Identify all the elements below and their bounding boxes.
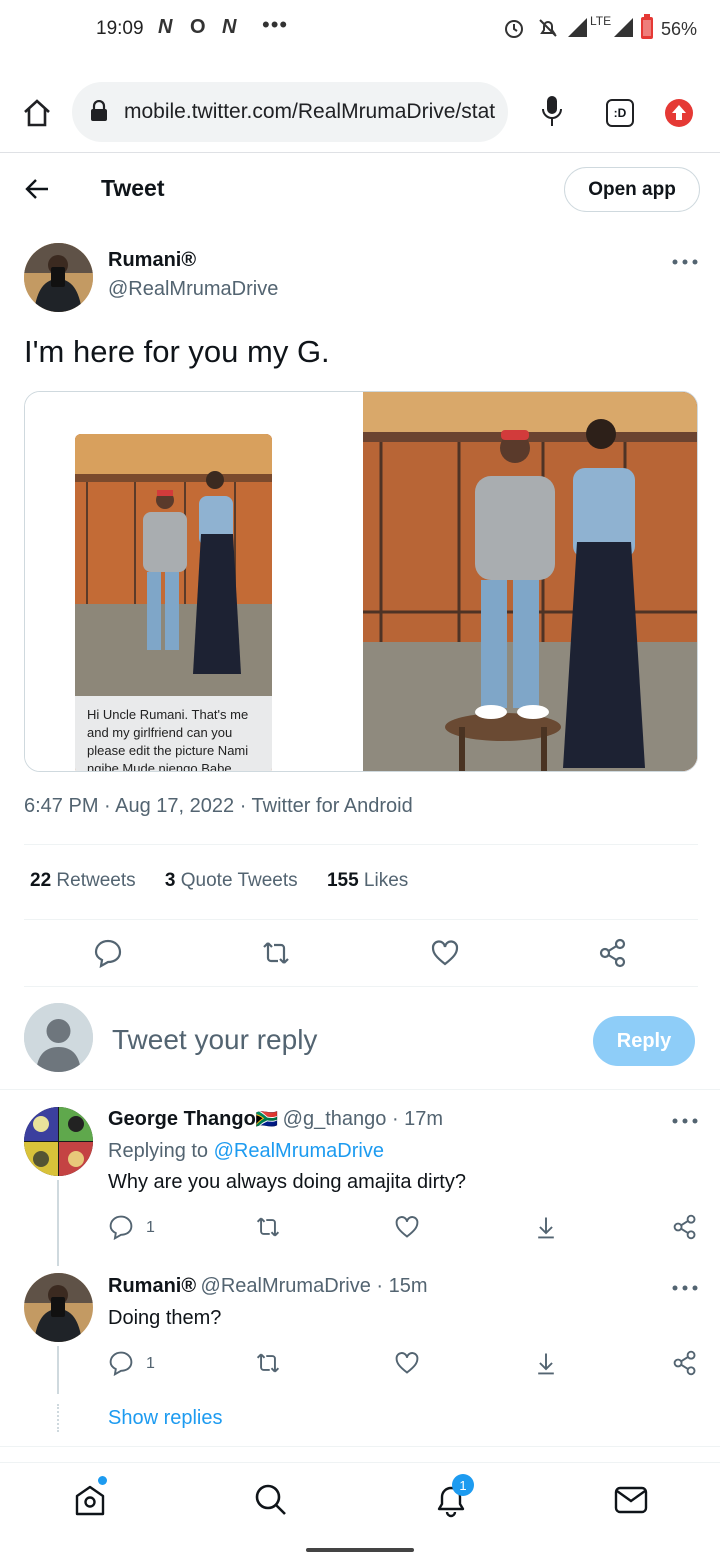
replying-to-link[interactable]: @RealMrumaDrive	[214, 1140, 384, 1162]
divider	[0, 1089, 720, 1090]
network-type: LTE	[590, 14, 612, 28]
bottom-nav: 1	[0, 1462, 720, 1538]
retweets-stat[interactable]: 22 Retweets	[30, 870, 136, 891]
show-replies-link[interactable]: Show replies	[108, 1407, 223, 1430]
like-heart-icon[interactable]	[394, 1350, 420, 1376]
nav-messages-icon[interactable]	[614, 1485, 648, 1515]
battery-icon	[641, 14, 653, 39]
reply-button[interactable]: Reply	[593, 1016, 695, 1066]
notifications-badge: 1	[452, 1474, 474, 1496]
reply-handle-time[interactable]: @g_thango · 17m	[283, 1108, 443, 1130]
download-icon[interactable]	[533, 1350, 559, 1376]
reply-count: 1	[146, 1219, 155, 1236]
tweet-text: I'm here for you my G.	[24, 334, 330, 369]
update-icon[interactable]	[664, 98, 694, 128]
tweet-timestamp: 6:47 PM · Aug 17, 2022 · Twitter for And…	[24, 795, 413, 817]
notification-o-icon: O	[190, 16, 206, 38]
media-image-left[interactable]: Hi Uncle Rumani. That's me and my girlfr…	[25, 392, 362, 771]
share-icon[interactable]	[598, 938, 628, 968]
status-bar: 19:09 N O N ••• LTE 56%	[0, 0, 720, 60]
reply-handle-time[interactable]: @RealMrumaDrive · 15m	[201, 1275, 428, 1297]
reply-text: Why are you always doing amajita dirty?	[108, 1171, 466, 1193]
url-text: mobile.twitter.com/RealMrumaDrive/status	[124, 100, 496, 123]
reply-icon[interactable]	[93, 938, 123, 968]
more-options-icon[interactable]	[672, 1117, 698, 1125]
reply-header: Rumani® @RealMrumaDrive · 15m	[108, 1275, 428, 1298]
signal-icon	[568, 18, 587, 37]
author-name[interactable]: Rumani®	[108, 249, 196, 272]
retweet-icon[interactable]	[255, 1214, 281, 1240]
download-icon[interactable]	[533, 1214, 559, 1240]
screenshot-image: Hi Uncle Rumani. That's me and my girlfr…	[75, 434, 272, 771]
reply-header: George Thango🇿🇦 @g_thango · 17m	[108, 1108, 443, 1131]
home-icon[interactable]	[22, 98, 52, 128]
tab-switcher-button[interactable]: :D	[606, 99, 634, 127]
status-time: 19:09	[96, 18, 144, 39]
replying-to: Replying to @RealMrumaDrive	[108, 1140, 384, 1162]
divider	[0, 1446, 720, 1447]
mute-icon	[539, 19, 557, 37]
user-avatar[interactable]	[24, 1003, 93, 1072]
alarm-icon	[505, 20, 523, 38]
lock-icon	[91, 100, 107, 121]
thread-line	[57, 1180, 59, 1266]
more-options-icon[interactable]	[672, 258, 698, 266]
like-heart-icon[interactable]	[394, 1214, 420, 1240]
microphone-icon[interactable]	[540, 94, 564, 130]
reply-avatar[interactable]	[24, 1273, 93, 1342]
address-bar[interactable]: mobile.twitter.com/RealMrumaDrive/status	[72, 82, 508, 142]
home-new-indicator	[98, 1476, 107, 1485]
nav-home-icon[interactable]	[74, 1483, 106, 1517]
divider	[24, 844, 698, 845]
nav-search-icon[interactable]	[254, 1483, 288, 1517]
reply-author-name[interactable]: George Thango	[108, 1108, 256, 1130]
signal-2-icon	[614, 18, 633, 37]
divider	[24, 919, 698, 920]
author-handle[interactable]: @RealMrumaDrive	[108, 278, 278, 301]
share-icon[interactable]	[672, 1350, 698, 1376]
gesture-bar	[306, 1548, 414, 1552]
back-arrow-icon[interactable]	[24, 177, 50, 201]
more-notifications-icon: •••	[262, 12, 289, 37]
like-heart-icon[interactable]	[430, 938, 460, 968]
reply-text: Doing them?	[108, 1307, 222, 1329]
tweet-media[interactable]: Hi Uncle Rumani. That's me and my girlfr…	[24, 391, 698, 772]
author-avatar[interactable]	[24, 243, 93, 312]
reply-count: 1	[146, 1355, 155, 1372]
browser-toolbar: mobile.twitter.com/RealMrumaDrive/status…	[0, 78, 720, 148]
reply-input[interactable]: Tweet your reply	[112, 1024, 317, 1056]
screenshot-caption: Hi Uncle Rumani. That's me and my girlfr…	[75, 696, 272, 771]
notification-n-icon: N	[158, 16, 173, 38]
retweet-icon[interactable]	[255, 1350, 281, 1376]
divider	[24, 986, 698, 987]
thread-dots	[57, 1404, 59, 1432]
share-icon[interactable]	[672, 1214, 698, 1240]
media-image-right[interactable]	[363, 392, 697, 771]
reply-avatar[interactable]	[24, 1107, 93, 1176]
likes-stat[interactable]: 155 Likes	[327, 870, 408, 891]
retweet-icon[interactable]	[261, 938, 291, 968]
quote-tweets-stat[interactable]: 3 Quote Tweets	[165, 870, 298, 891]
south-africa-flag-icon: 🇿🇦	[255, 1109, 279, 1129]
page-title: Tweet	[101, 175, 165, 201]
thread-line	[57, 1346, 59, 1394]
reply-icon[interactable]	[108, 1214, 134, 1240]
open-app-button[interactable]: Open app	[564, 167, 700, 212]
reply-author-name[interactable]: Rumani®	[108, 1275, 196, 1297]
more-options-icon[interactable]	[672, 1284, 698, 1292]
toolbar-divider	[0, 152, 720, 153]
battery-percent: 56%	[661, 19, 698, 39]
notification-n2-icon: N	[222, 16, 237, 38]
tweet-stats: 22 Retweets 3 Quote Tweets 155 Likes	[30, 870, 408, 892]
reply-icon[interactable]	[108, 1350, 134, 1376]
